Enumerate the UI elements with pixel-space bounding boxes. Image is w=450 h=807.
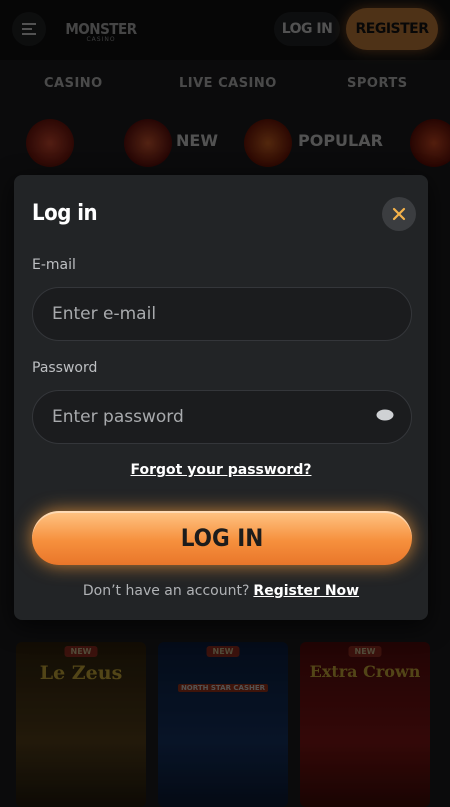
password-field[interactable] bbox=[32, 390, 412, 444]
email-field[interactable] bbox=[32, 287, 412, 341]
show-password-icon[interactable] bbox=[376, 409, 394, 421]
login-button[interactable]: LOG IN bbox=[32, 511, 412, 565]
close-button[interactable] bbox=[382, 197, 416, 231]
email-label: E-mail bbox=[32, 257, 76, 273]
close-icon bbox=[392, 207, 406, 221]
signup-prompt: Don’t have an account? Register Now bbox=[14, 583, 428, 599]
forgot-password-link[interactable]: Forgot your password? bbox=[14, 462, 428, 478]
login-modal: Log in E-mail Password Forgot your passw… bbox=[14, 175, 428, 620]
password-label: Password bbox=[32, 360, 98, 376]
modal-title: Log in bbox=[32, 201, 98, 226]
register-now-link[interactable]: Register Now bbox=[253, 583, 359, 599]
no-account-text: Don’t have an account? bbox=[82, 583, 250, 599]
